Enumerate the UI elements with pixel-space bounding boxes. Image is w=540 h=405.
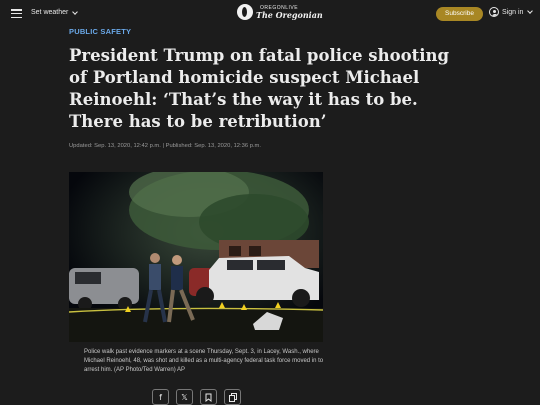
x-icon: 𝕏	[181, 392, 188, 402]
menu-icon[interactable]	[11, 9, 22, 19]
x-share-button[interactable]: 𝕏	[176, 389, 193, 405]
sign-in-button[interactable]: Sign in	[489, 7, 534, 17]
set-weather-button[interactable]: Set weather	[31, 8, 79, 16]
sign-in-label: Sign in	[502, 8, 524, 16]
user-icon	[489, 7, 499, 17]
photo-caption: Police walk past evidence markers at a s…	[84, 349, 324, 373]
article-headline: President Trump on fatal police shooting…	[69, 46, 450, 131]
subscribe-button[interactable]: Subscribe	[436, 7, 483, 21]
article-timestamps: Updated: Sep. 13, 2020, 12:42 p.m. | Pub…	[69, 143, 261, 149]
logo-big-text: The Oregonian	[256, 9, 323, 20]
facebook-icon: f	[159, 392, 162, 402]
facebook-share-button[interactable]: f	[152, 389, 169, 405]
photo-scene	[69, 172, 323, 342]
top-navigation-bar: Set weather OREGONLIVE The Oregonian Sub…	[0, 0, 540, 28]
section-label[interactable]: PUBLIC SAFETY	[69, 27, 131, 36]
copy-icon	[228, 392, 237, 402]
set-weather-label: Set weather	[31, 9, 69, 16]
copy-link-button[interactable]	[224, 389, 241, 405]
bookmark-button[interactable]	[200, 389, 217, 405]
oregonian-logo-icon	[237, 4, 253, 20]
article-photo[interactable]	[69, 172, 323, 342]
site-logo[interactable]: OREGONLIVE The Oregonian	[237, 4, 323, 20]
chevron-down-icon	[527, 8, 534, 14]
share-toolbar: f 𝕏	[152, 389, 241, 405]
bookmark-icon	[205, 393, 212, 402]
chevron-down-icon	[72, 8, 79, 15]
